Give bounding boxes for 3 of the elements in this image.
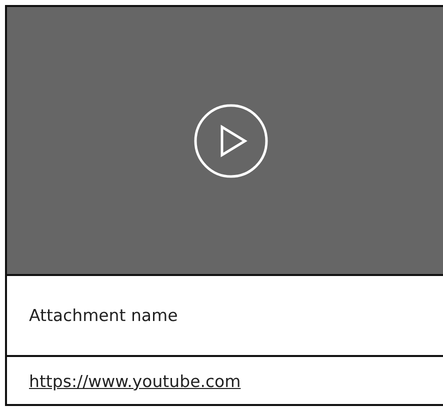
attachment-link[interactable]: https://www.youtube.com [29,372,241,391]
attachment-name: Attachment name [29,306,178,325]
play-icon[interactable] [194,104,268,178]
